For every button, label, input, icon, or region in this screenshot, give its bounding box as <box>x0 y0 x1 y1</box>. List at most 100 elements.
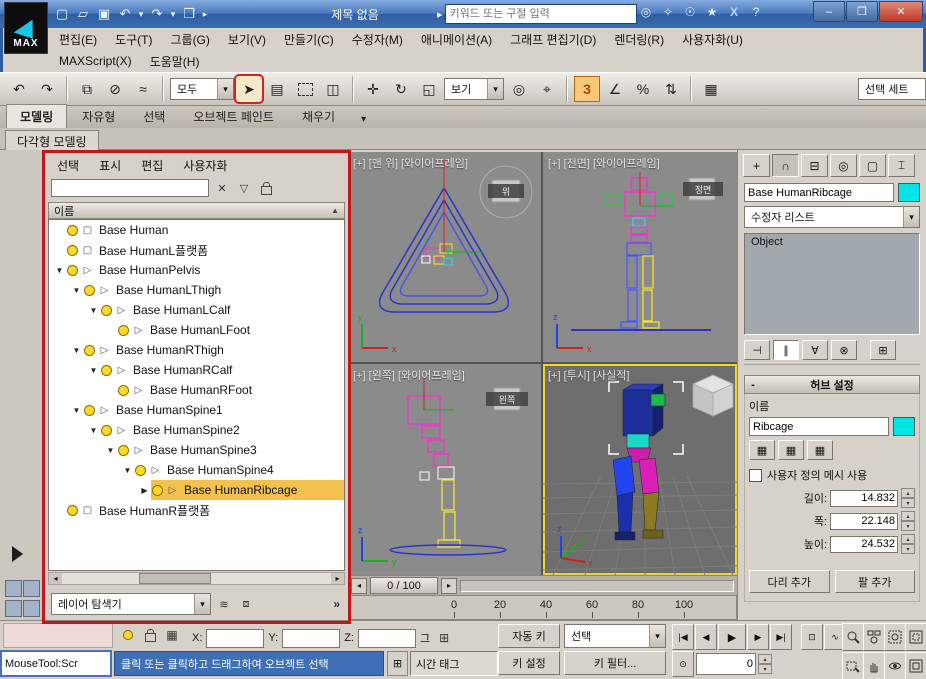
modify-tab-icon[interactable]: ∩ <box>772 154 799 177</box>
tree-item-label[interactable]: Base HumanR플랫폼 <box>94 501 215 520</box>
menu-item[interactable]: 수정자(M) <box>343 29 412 50</box>
tree-item-body[interactable]: ▷Base HumanSpine4 <box>134 460 344 480</box>
tree-item-body[interactable]: ▷Base HumanPelvis <box>66 260 344 280</box>
spinner-up-icon[interactable]: ▴ <box>758 654 772 664</box>
use-pivot-center-icon[interactable]: ◎ <box>506 76 532 102</box>
viewcube[interactable]: 정면 <box>683 178 723 200</box>
tree-item[interactable]: ▼▷Base HumanSpine1 <box>49 400 344 420</box>
zoom-icon[interactable] <box>842 623 864 651</box>
tree-item-label[interactable]: Base Human <box>94 222 173 238</box>
time-configuration-icon[interactable]: ⊡ <box>801 624 823 650</box>
orbit-icon[interactable] <box>884 652 906 679</box>
reference-coordinate-dropdown[interactable]: 보기 ▾ <box>444 78 504 100</box>
viewcube[interactable]: 왼쪽 <box>486 388 528 410</box>
tree-item-body[interactable]: ▷Base HumanRThigh <box>83 340 344 360</box>
ribbon-more-icon[interactable]: ▾ <box>356 111 371 128</box>
expand-arrow-icon[interactable]: ▼ <box>121 466 134 475</box>
lightbulb-icon[interactable] <box>101 425 112 436</box>
selection-filter-icon[interactable]: ▽ <box>235 179 253 197</box>
grid-toggle-icon[interactable]: ⊞ <box>434 627 454 649</box>
tree-item-label[interactable]: Base HumanRCalf <box>128 362 237 378</box>
spinner-down-icon[interactable]: ▾ <box>758 664 772 674</box>
tree-item-body[interactable]: ▢Base HumanR플랫폼 <box>66 500 344 520</box>
clear-search-icon[interactable]: ✕ <box>213 179 231 197</box>
tree-item[interactable]: ▼▷Base HumanLCalf <box>49 300 344 320</box>
unlink-selection-icon[interactable]: ⊘ <box>102 76 128 102</box>
search-icon[interactable]: ◎ <box>638 5 654 19</box>
previous-frame-icon[interactable]: ◀ <box>695 624 717 650</box>
spinner-down-icon[interactable]: ▾ <box>901 498 915 508</box>
hierarchy-tab-icon[interactable]: ⊟ <box>801 154 828 177</box>
auto-key-button[interactable]: 자동 키 <box>498 624 560 648</box>
isolate-toggle-icon[interactable] <box>118 624 138 646</box>
tree-item-label[interactable]: Base HumanRFoot <box>145 382 257 398</box>
pan-icon[interactable] <box>863 652 885 679</box>
zoom-all-icon[interactable] <box>863 623 885 651</box>
project-folder-icon[interactable]: ❐ <box>179 4 199 24</box>
tree-item-label[interactable]: Base HumanLThigh <box>111 282 226 298</box>
viewport-top-label[interactable]: [+] [맨 위] [와이어프레임] <box>353 155 468 171</box>
undo-dropdown-icon[interactable]: ▾ <box>136 4 146 24</box>
lightbulb-icon[interactable] <box>84 285 95 296</box>
explorer-mode-dropdown[interactable]: 레이어 탐색기 ▾ <box>51 593 211 615</box>
ribbon-tab[interactable]: 채우기 <box>289 105 348 128</box>
tree-item-body[interactable]: ▷Base HumanSpine1 <box>83 400 344 420</box>
tree-item-body[interactable]: ▷Base HumanSpine3 <box>117 440 344 460</box>
tree-item-label[interactable]: Base HumanSpine4 <box>162 462 279 478</box>
chevron-down-icon[interactable]: ▾ <box>903 207 919 227</box>
rollout-header[interactable]: - 허브 설정 <box>744 375 920 394</box>
menu-item[interactable]: 그래프 편집기(D) <box>501 29 605 50</box>
tree-item-body[interactable]: ▷Base HumanLThigh <box>83 280 344 300</box>
expand-arrow-icon[interactable]: ▼ <box>87 366 100 375</box>
chevron-down-icon[interactable]: ▾ <box>649 625 665 647</box>
next-frame-icon[interactable]: ▶ <box>747 624 769 650</box>
custom-mesh-checkbox-row[interactable]: 사용자 정의 메시 사용 <box>749 467 915 483</box>
menu-item[interactable]: 그룹(G) <box>161 29 218 50</box>
named-selection-set-field[interactable]: 선택 세트 <box>858 78 926 100</box>
viewport-layout-icon[interactable] <box>5 580 38 617</box>
viewport-left-label[interactable]: [+] [왼쪽] [와이어프레임] <box>353 367 465 383</box>
make-unique-icon[interactable]: ∀ <box>802 340 828 360</box>
ribbon-tab[interactable]: 오브젝트 페인트 <box>180 105 287 128</box>
lightbulb-icon[interactable] <box>67 245 78 256</box>
key-icon[interactable]: ✧ <box>660 5 676 19</box>
expand-arrow-icon[interactable]: ▼ <box>87 426 100 435</box>
expand-arrow-icon[interactable]: ▼ <box>53 266 66 275</box>
parameter-value-field[interactable] <box>830 536 898 553</box>
z-coordinate-field[interactable] <box>358 629 416 648</box>
lightbulb-icon[interactable] <box>67 265 78 276</box>
selection-filter-dropdown[interactable]: 모두 ▾ <box>170 78 234 100</box>
edit-selection-set-icon[interactable]: ▦ <box>698 76 724 102</box>
tree-item-body[interactable]: ▢Base HumanL플랫폼 <box>66 240 344 260</box>
select-object-button[interactable]: ➤ <box>236 76 262 102</box>
menu-item[interactable]: MAXScript(X) <box>50 52 141 70</box>
viewport-left[interactable]: [+] [왼쪽] [와이어프레임] <box>348 364 541 575</box>
tree-item-label[interactable]: Base HumanLFoot <box>145 322 255 338</box>
tree-item-label[interactable]: Base HumanSpine1 <box>111 402 228 418</box>
frame-spinner[interactable]: ▴ ▾ <box>758 654 772 674</box>
display-tab-icon[interactable]: ▢ <box>859 154 886 177</box>
zoom-extents-all-icon[interactable] <box>905 623 926 651</box>
bind-spacewarp-icon[interactable]: ≈ <box>130 76 156 102</box>
viewport-front-label[interactable]: [+] [전면] [와이어프레임] <box>548 155 660 171</box>
add-leg-button[interactable]: 다리 추가 <box>749 570 830 593</box>
configure-modifier-sets-icon[interactable]: ⊞ <box>870 340 896 360</box>
play-animation-icon[interactable]: ▶ <box>718 624 746 650</box>
lightbulb-icon[interactable] <box>101 305 112 316</box>
lightbulb-icon[interactable] <box>135 465 146 476</box>
open-file-icon[interactable]: ▱ <box>73 4 93 24</box>
paste-instance-icon[interactable]: ▦ <box>807 440 833 460</box>
pin-stack-icon[interactable]: ⊣ <box>744 340 770 360</box>
help-icon[interactable]: ? <box>748 5 764 19</box>
tree-item-body[interactable]: ▷Base HumanLCalf <box>100 300 344 320</box>
tree-item[interactable]: ▼▷Base HumanRThigh <box>49 340 344 360</box>
spinner-up-icon[interactable]: ▴ <box>901 534 915 544</box>
select-and-scale-icon[interactable]: ◱ <box>416 76 442 102</box>
new-document-icon[interactable]: ▢ <box>52 4 72 24</box>
tree-item-label[interactable]: Base HumanRThigh <box>111 342 229 358</box>
lightbulb-icon[interactable] <box>67 505 78 516</box>
tree-item-label[interactable]: Base HumanSpine2 <box>128 422 245 438</box>
bone-color-swatch[interactable] <box>893 417 915 436</box>
next-frame-arrow-icon[interactable]: ▸ <box>441 578 457 594</box>
go-to-start-icon[interactable]: |◀ <box>672 624 694 650</box>
